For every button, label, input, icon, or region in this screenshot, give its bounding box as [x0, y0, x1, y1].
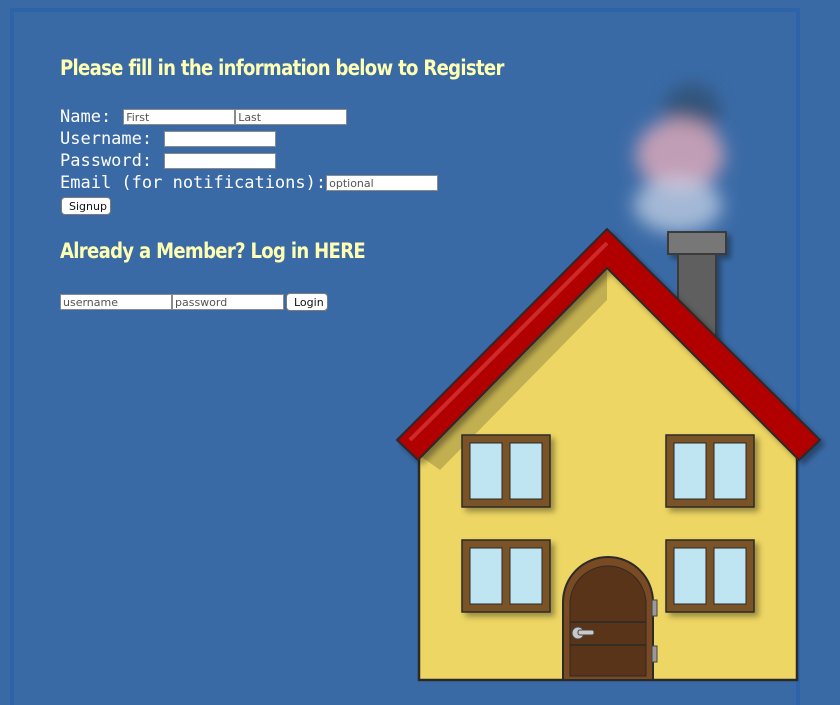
login-password-input[interactable]: [172, 294, 284, 310]
register-password-input[interactable]: [164, 153, 277, 169]
register-username-input[interactable]: [164, 131, 277, 147]
password-label: Password:: [60, 151, 153, 171]
window-icon: [665, 434, 755, 508]
page: Please fill in the information below to …: [0, 0, 840, 705]
login-row: Login: [60, 293, 328, 311]
signup-button[interactable]: Signup: [61, 197, 111, 215]
first-name-input[interactable]: [123, 109, 236, 125]
smoke-icon: [634, 84, 724, 233]
window-icon: [461, 539, 551, 613]
username-row: Username:: [60, 129, 277, 149]
login-heading: Already a Member? Log in HERE: [60, 239, 366, 263]
password-row: Password:: [60, 151, 277, 171]
window-icon: [461, 434, 551, 508]
email-label: Email (for notifications):: [60, 173, 327, 193]
username-label: Username:: [60, 129, 153, 149]
name-label: Name:: [60, 107, 112, 127]
login-username-input[interactable]: [60, 294, 172, 310]
name-row: Name:: [60, 107, 348, 127]
door-icon: [562, 556, 658, 681]
login-button[interactable]: Login: [286, 293, 328, 311]
window-icon: [665, 539, 755, 613]
house-icon: [395, 84, 822, 682]
last-name-input[interactable]: [235, 109, 348, 125]
